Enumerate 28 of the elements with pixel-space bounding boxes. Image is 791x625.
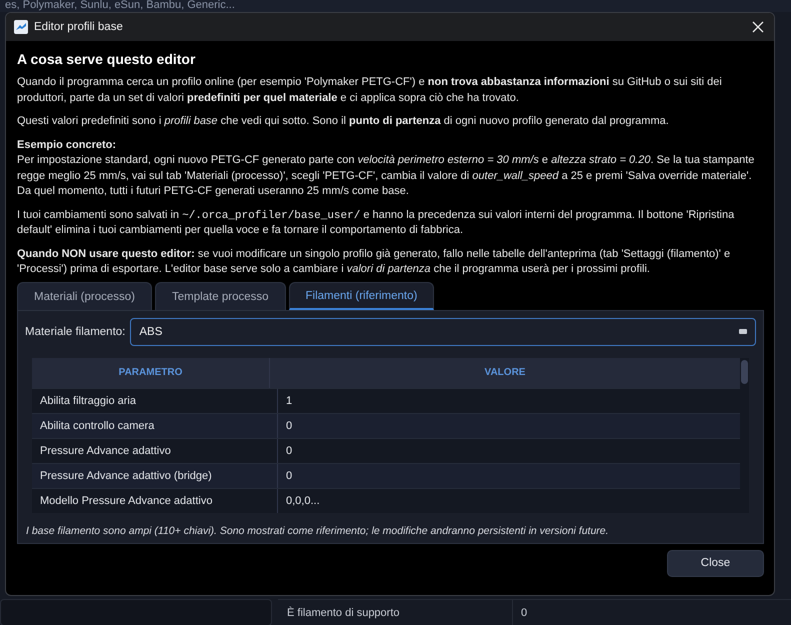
tab[interactable]: Filamenti (riferimento)	[288, 282, 434, 310]
tab[interactable]: Materiali (processo)	[17, 282, 152, 310]
field-label: Materiale filamento:	[25, 326, 126, 338]
app-logo-icon	[14, 20, 28, 34]
column-header: VALORE	[484, 366, 526, 380]
scrollbar-thumb[interactable]	[741, 360, 748, 384]
tab[interactable]: Template processo	[154, 282, 286, 310]
paragraph: Questi valori predefiniti sono i profili base che vedi qui sotto. Sono il punto di partenza di ogni nuovo profilo generato dal programma.	[17, 114, 670, 129]
paragraph: Quando NON usare questo editor: se vuoi modificare un singolo profilo già generato, fallo nelle tabelle dell'anteprima (tab 'Settaggi (filamento)' e 'Processi') prima di esportare. L'editor base serve solo a cambiare i valori di partenza che il programma userà per i prossimi profili.	[17, 246, 732, 277]
paragraph: Quando il programma cerca un profilo online (per esempio 'Polymaker PETG-CF') e non trova abbastanza informazioni su GitHub o sui siti dei produttori, parte da un set di valori predefiniti per quel materiale e ci applica sopra ciò che ha trovato.	[17, 75, 723, 106]
table-cell-text: 0	[285, 418, 294, 434]
table-cell-text: 0,0,0...	[285, 494, 321, 508]
close-button[interactable]: Close	[667, 550, 764, 576]
paragraph: I tuoi cambiamenti sono salvati in ~/.orca_profiler/base_user/ e hanno la precedenza sui valori interni del programma. Il bottone 'Ripristina default' elimina i tuoi cambiamenti per quella voce e fa tornare il comportamento di fabbrica.	[17, 208, 736, 238]
table-cell-text: 0	[520, 606, 528, 621]
table-cell: Modello Pressure Advance adattivo	[32, 488, 278, 512]
material-dropdown[interactable]: ABS	[130, 318, 756, 346]
section-heading: A cosa serve questo editor	[17, 51, 196, 67]
close-icon[interactable]	[752, 21, 764, 33]
window-title: Editor profili base	[34, 21, 124, 33]
dropdown-icon	[739, 329, 747, 334]
note-text: I base filamento sono ampi (110+ chiavi). Sono mostrati come riferimento; le modifiche andranno persistenti in versioni future.	[26, 524, 610, 536]
table-cell: È filamento di supporto	[278, 600, 513, 625]
table-cell-text: 0	[285, 444, 294, 458]
paragraph: Esempio concreto: Per impostazione standard, ogni nuovo PETG-CF generato parte con velocità perimetro esterno = 30 mm/s e altezza strato = 0.20. Se la tua stampante regge meglio 25 mm/s, vai sul tab 'Materiali (processo)', scegli 'PETG-CF', cambia il valore di outer_wall_speed a 25 e premi 'Salva override materiale'. Da quel momento, tutti i futuri PETG-CF generati useranno 25 mm/s come base.	[17, 138, 756, 199]
table-cell-text: 1	[285, 394, 294, 408]
table-cell-text: 0	[285, 468, 294, 484]
filter-text: es, Polymaker, Sunlu, eSun, Bambu, Generic...	[5, 0, 235, 11]
